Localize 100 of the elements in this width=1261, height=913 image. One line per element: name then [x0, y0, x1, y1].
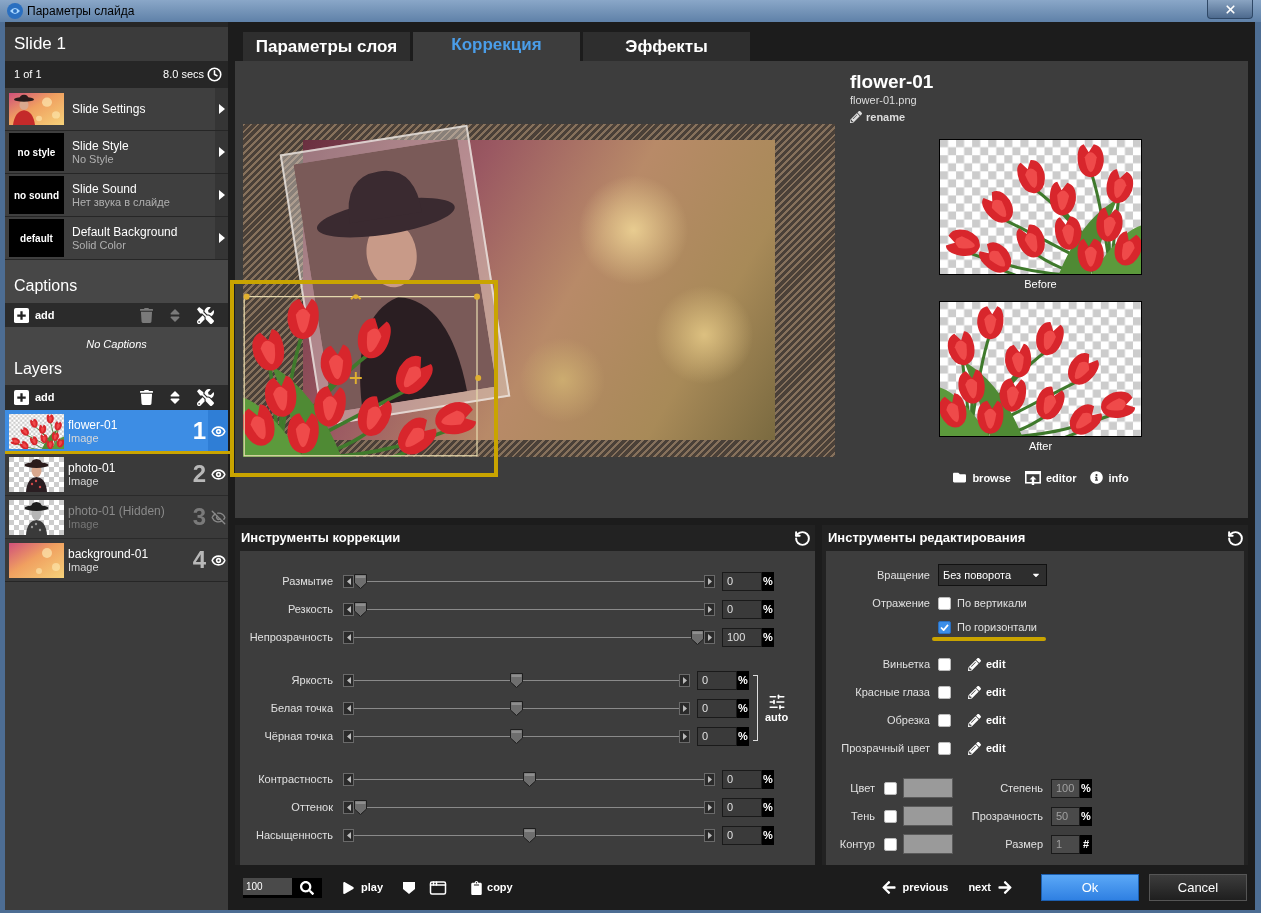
value-field[interactable]: 100: [722, 627, 762, 647]
slider-thumb[interactable]: [354, 799, 367, 815]
slider-thumb[interactable]: [522, 771, 536, 787]
color-swatch[interactable]: [903, 778, 953, 798]
edit-button[interactable]: edit: [968, 683, 1006, 701]
marker-button[interactable]: [403, 881, 415, 894]
caret-left-icon: [346, 732, 351, 740]
slider-label: Резкость: [286, 601, 333, 617]
tab[interactable]: Эффекты: [583, 32, 750, 61]
image-action-button[interactable]: editor: [1024, 469, 1077, 486]
slider-thumb[interactable]: [354, 573, 367, 589]
visibility-toggle[interactable]: [208, 410, 228, 452]
slider-thumb[interactable]: [510, 728, 523, 744]
slide-menu-item[interactable]: no style Slide Style No Style: [5, 131, 228, 173]
step-right-button[interactable]: [704, 574, 715, 588]
step-right-button[interactable]: [679, 673, 690, 687]
slider-label: Размытие: [281, 573, 333, 589]
selected-tulips-layer[interactable]: [243, 293, 483, 457]
step-right-button[interactable]: [679, 701, 690, 715]
rotation-dropdown[interactable]: Без поворота: [938, 564, 1047, 586]
close-button[interactable]: [1207, 0, 1253, 19]
step-left-button[interactable]: [343, 701, 354, 715]
color-swatch[interactable]: [903, 834, 953, 854]
unit-label: %: [762, 627, 774, 647]
slide-menu-item[interactable]: Slide Settings: [5, 88, 228, 130]
value-field[interactable]: 0: [697, 670, 737, 690]
add-button[interactable]: add: [14, 306, 55, 324]
value-field[interactable]: 0: [697, 698, 737, 718]
reset-icon: [1227, 529, 1244, 547]
image-action-button[interactable]: browse: [952, 469, 1011, 486]
play-button[interactable]: play: [343, 879, 383, 896]
checkbox[interactable]: [884, 809, 897, 823]
window-button[interactable]: [429, 878, 447, 897]
checkbox[interactable]: [938, 596, 951, 610]
step-right-button[interactable]: [704, 828, 715, 842]
group-bracket: [753, 675, 758, 741]
step-left-button[interactable]: [343, 630, 354, 644]
slide-menu-item[interactable]: default Default Background Solid Color: [5, 217, 228, 259]
value-field[interactable]: 0: [722, 571, 762, 591]
reset-button[interactable]: [1227, 529, 1244, 547]
edit-button[interactable]: edit: [968, 711, 1006, 729]
step-right-button[interactable]: [704, 772, 715, 786]
tab[interactable]: Параметры слоя: [243, 32, 410, 61]
zoom-field[interactable]: 100: [243, 877, 292, 898]
edit-button[interactable]: edit: [968, 739, 1006, 757]
value-field[interactable]: 0: [722, 769, 762, 789]
step-right-button[interactable]: [704, 602, 715, 616]
slider-thumb[interactable]: [522, 827, 536, 843]
slider-thumb[interactable]: [510, 700, 523, 716]
tab[interactable]: Коррекция: [413, 32, 580, 61]
rename-link[interactable]: rename: [850, 109, 906, 126]
zoom-button[interactable]: [292, 877, 322, 898]
checkbox[interactable]: [938, 741, 951, 755]
trash-icon: [140, 389, 153, 405]
step-left-button[interactable]: [343, 574, 354, 588]
slider-thumb[interactable]: [354, 601, 367, 617]
step-right-button[interactable]: [704, 800, 715, 814]
add-button[interactable]: add: [14, 388, 55, 406]
previous-button[interactable]: previous: [880, 879, 949, 896]
layer-item[interactable]: photo-01 Image 2: [5, 453, 228, 495]
checkbox[interactable]: [884, 781, 897, 795]
app-logo-icon: [7, 3, 23, 19]
cancel-button[interactable]: Cancel: [1149, 874, 1247, 901]
value-field[interactable]: 0: [722, 599, 762, 619]
copy-button[interactable]: copy: [471, 879, 513, 896]
pencil-icon: [968, 713, 981, 727]
clipboard-icon: [471, 880, 482, 895]
step-right-button[interactable]: [679, 729, 690, 743]
value-field[interactable]: 0: [722, 797, 762, 817]
slider-thumb[interactable]: [510, 672, 523, 688]
checkbox[interactable]: [938, 657, 951, 671]
step-left-button[interactable]: [343, 673, 354, 687]
image-action-button[interactable]: info: [1090, 469, 1129, 486]
field-label: Виньетка: [881, 656, 930, 672]
checkbox[interactable]: [938, 685, 951, 699]
tools-button[interactable]: [197, 306, 214, 324]
delete-button[interactable]: [140, 389, 153, 405]
slider-thumb[interactable]: [691, 629, 704, 645]
tools-button[interactable]: [197, 388, 214, 406]
auto-button[interactable]: auto: [765, 693, 789, 723]
checkbox[interactable]: [938, 620, 951, 634]
step-left-button[interactable]: [343, 828, 354, 842]
step-left-button[interactable]: [343, 800, 354, 814]
value-field[interactable]: 0: [722, 825, 762, 845]
field-label: Степень: [999, 780, 1043, 796]
step-right-button[interactable]: [704, 630, 715, 644]
value-field[interactable]: 0: [697, 726, 737, 746]
reset-button[interactable]: [794, 529, 811, 547]
reorder-button[interactable]: [170, 388, 180, 406]
layer-item[interactable]: background-01 Image 4: [5, 539, 228, 581]
unit-label: %: [737, 698, 749, 718]
next-button[interactable]: next: [968, 879, 1013, 896]
slide-menu-item[interactable]: no sound Slide Sound Нет звука в слайде: [5, 174, 228, 216]
edit-button[interactable]: edit: [968, 655, 1006, 673]
step-left-button[interactable]: [343, 729, 354, 743]
step-left-button[interactable]: [343, 772, 354, 786]
color-swatch[interactable]: [903, 806, 953, 826]
step-left-button[interactable]: [343, 602, 354, 616]
checkbox[interactable]: [938, 713, 951, 727]
checkbox[interactable]: [884, 837, 897, 851]
